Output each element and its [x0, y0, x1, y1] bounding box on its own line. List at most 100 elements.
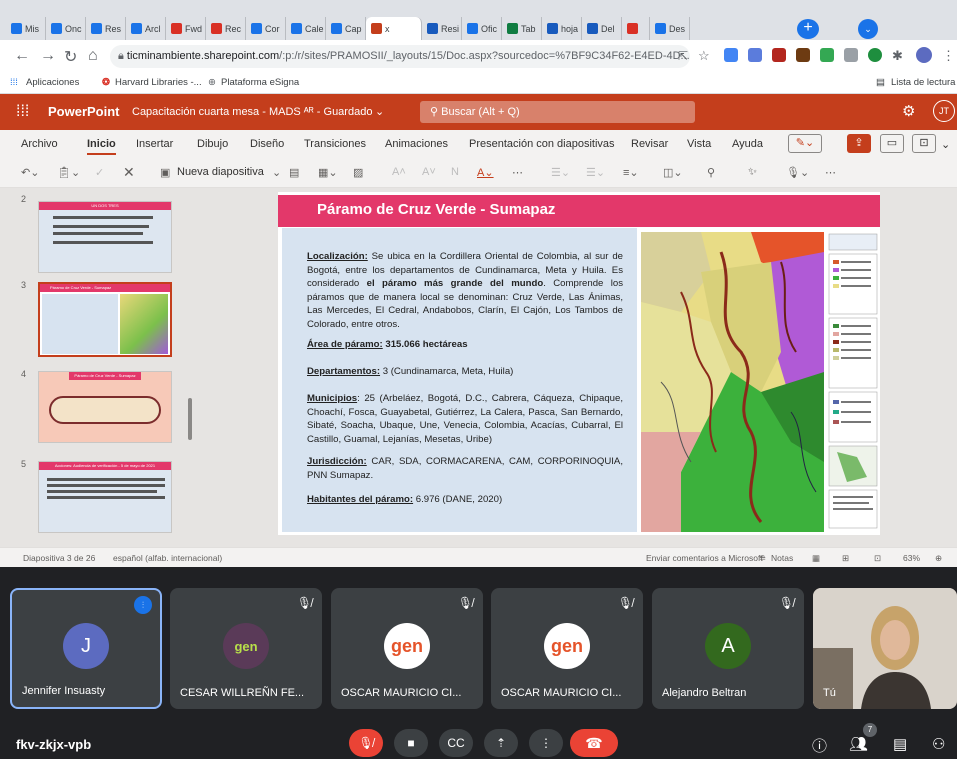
dictate-icon[interactable]: 🎙︎⌄: [786, 166, 809, 179]
home-icon[interactable]: ⌂: [88, 47, 98, 65]
participant-tile[interactable]: 🎙︎̸ gen OSCAR MAURICIO CI...: [491, 588, 643, 709]
participant-tile[interactable]: 🎙︎̸ gen OSCAR MAURICIO CI...: [331, 588, 483, 709]
tab-ayuda[interactable]: Ayuda: [732, 138, 763, 150]
browser-tab[interactable]: x: [366, 17, 422, 40]
kebab-menu-icon[interactable]: ⋮: [942, 48, 955, 64]
layout-icon[interactable]: ▤: [289, 166, 299, 179]
browser-tab[interactable]: Fwd: [166, 17, 206, 40]
numbering-icon[interactable]: ☰⌄: [586, 166, 605, 179]
more-icon[interactable]: ⋯: [512, 166, 523, 179]
app-launcher-icon[interactable]: ⁞⁞⁞: [16, 103, 29, 121]
slide-thumbnail-selected[interactable]: Páramo de Cruz Verde - Sumapaz: [38, 282, 172, 357]
comment-icon[interactable]: ▭: [880, 134, 904, 153]
tab-dibujo[interactable]: Dibujo: [197, 138, 228, 150]
browser-tab[interactable]: Des: [650, 17, 690, 40]
browser-tab[interactable]: Res: [86, 17, 126, 40]
tab-revisar[interactable]: Revisar: [631, 138, 668, 150]
bookmark-item[interactable]: Aplicaciones: [26, 77, 79, 88]
tab-presentacion[interactable]: Presentación con diapositivas: [469, 138, 615, 150]
extension-icon[interactable]: [772, 48, 786, 62]
tab-diseno[interactable]: Diseño: [250, 138, 284, 150]
new-slide-icon[interactable]: ▣: [160, 166, 170, 179]
extension-icon[interactable]: [844, 48, 858, 62]
new-slide-button[interactable]: Nueva diapositiva: [177, 166, 264, 178]
shape-icon[interactable]: ◫⌄: [663, 166, 683, 179]
slide-title[interactable]: Páramo de Cruz Verde - Sumapaz: [317, 201, 555, 218]
present-screen-button[interactable]: ⇡: [484, 729, 518, 757]
activities-icon[interactable]: ⚇: [932, 735, 945, 753]
profile-avatar[interactable]: [916, 47, 932, 63]
bookmark-item[interactable]: Harvard Libraries -...: [115, 77, 202, 88]
participant-tile-self[interactable]: 🎙︎̸ Tú: [813, 588, 957, 709]
chat-icon[interactable]: ▤: [893, 735, 907, 753]
browser-tab[interactable]: Ofic: [462, 17, 502, 40]
align-icon[interactable]: ≡⌄: [623, 166, 639, 179]
browser-tab[interactable]: Arcl: [126, 17, 166, 40]
delete-icon[interactable]: ✕: [123, 164, 135, 181]
undo-icon[interactable]: ↶⌄: [21, 166, 39, 179]
tab-insertar[interactable]: Insertar: [136, 138, 173, 150]
extension-icon[interactable]: [820, 48, 834, 62]
user-avatar[interactable]: JT: [933, 100, 955, 122]
mic-off-button[interactable]: 🎙︎̸: [349, 729, 383, 757]
document-title[interactable]: Capacitación cuarta mesa - MADS ᴬᴿ - Gua…: [132, 106, 372, 118]
browser-tab[interactable]: Mis: [6, 17, 46, 40]
format-painter-icon[interactable]: ✓: [95, 166, 104, 179]
browser-tab[interactable]: Del: [582, 17, 622, 40]
apps-icon[interactable]: ⁞⁞⁞: [10, 77, 18, 88]
chevron-down-icon[interactable]: ⌄: [272, 166, 281, 179]
notes-button[interactable]: Notas: [771, 553, 793, 563]
present-icon[interactable]: ⊡: [912, 134, 936, 153]
fit-slide-icon[interactable]: ⊕: [935, 553, 942, 564]
chevron-down-icon[interactable]: ⌄: [375, 105, 384, 118]
normal-view-icon[interactable]: ▦: [812, 553, 820, 564]
browser-tab[interactable]: Cor: [246, 17, 286, 40]
chevron-down-icon[interactable]: ⌄: [941, 138, 950, 151]
tab-transiciones[interactable]: Transiciones: [304, 138, 366, 150]
bookmark-star-icon[interactable]: ☆: [698, 48, 710, 64]
feedback-link[interactable]: Enviar comentarios a Microsoft: [646, 553, 763, 563]
picture-icon[interactable]: ▨: [353, 166, 363, 179]
reading-view-icon[interactable]: ⊡: [874, 553, 881, 564]
info-icon[interactable]: ⓘ: [812, 735, 827, 756]
table-icon[interactable]: ▦⌄: [318, 166, 338, 179]
participant-tile[interactable]: 🎙︎̸ gen CESAR WILLREÑN FE...: [170, 588, 322, 709]
designer-icon[interactable]: ✨︎: [748, 166, 757, 179]
app-name[interactable]: PowerPoint: [48, 104, 120, 119]
tab-vista[interactable]: Vista: [687, 138, 711, 150]
search-input[interactable]: ⚲ Buscar (Alt + Q): [420, 101, 695, 123]
share-icon[interactable]: ⇪: [847, 134, 871, 153]
new-tab-button[interactable]: +: [797, 19, 819, 39]
slide-thumbnail[interactable]: Páramo de Cruz Verde - Sumapaz: [38, 371, 172, 443]
tab-inicio[interactable]: Inicio: [87, 138, 116, 155]
captions-button[interactable]: CC: [439, 729, 473, 757]
browser-tab[interactable]: Tab: [502, 17, 542, 40]
forward-icon[interactable]: →: [40, 47, 56, 65]
thumbnail-scrollbar[interactable]: [188, 398, 192, 440]
browser-tab[interactable]: Cap: [326, 17, 366, 40]
extension-icon[interactable]: [748, 48, 762, 62]
paste-icon[interactable]: 📋︎⌄: [57, 166, 80, 179]
tab-animaciones[interactable]: Animaciones: [385, 138, 448, 150]
more-options-button[interactable]: ⋮: [529, 729, 563, 757]
reload-icon[interactable]: ↻: [64, 47, 77, 67]
reading-list-button[interactable]: Lista de lectura: [891, 77, 955, 88]
zoom-level[interactable]: 63%: [903, 553, 920, 563]
participant-tile[interactable]: ⫶ J Jennifer Insuasty: [10, 588, 162, 709]
camera-button[interactable]: ■: [394, 729, 428, 757]
extension-icon[interactable]: [796, 48, 810, 62]
bookmark-item[interactable]: Plataforma eSigna: [221, 77, 299, 88]
back-icon[interactable]: ←: [14, 47, 30, 65]
browser-tab[interactable]: [622, 17, 650, 40]
paramo-map-image[interactable]: [641, 232, 824, 532]
puzzle-icon[interactable]: ✱: [892, 48, 903, 64]
tab-search-button[interactable]: ⌄: [858, 19, 878, 39]
share-icon[interactable]: ⇱: [678, 49, 688, 63]
browser-tab[interactable]: Cale: [286, 17, 326, 40]
extension-icon[interactable]: [724, 48, 738, 62]
address-bar[interactable]: 🔒︎ ticminambiente.sharepoint.com/:p:/r/s…: [110, 45, 690, 68]
browser-tab[interactable]: Rec: [206, 17, 246, 40]
participant-tile[interactable]: 🎙︎̸ A Alejandro Beltran: [652, 588, 804, 709]
gear-icon[interactable]: ⚙: [902, 102, 915, 120]
pen-icon[interactable]: ✎⌄: [788, 134, 822, 153]
